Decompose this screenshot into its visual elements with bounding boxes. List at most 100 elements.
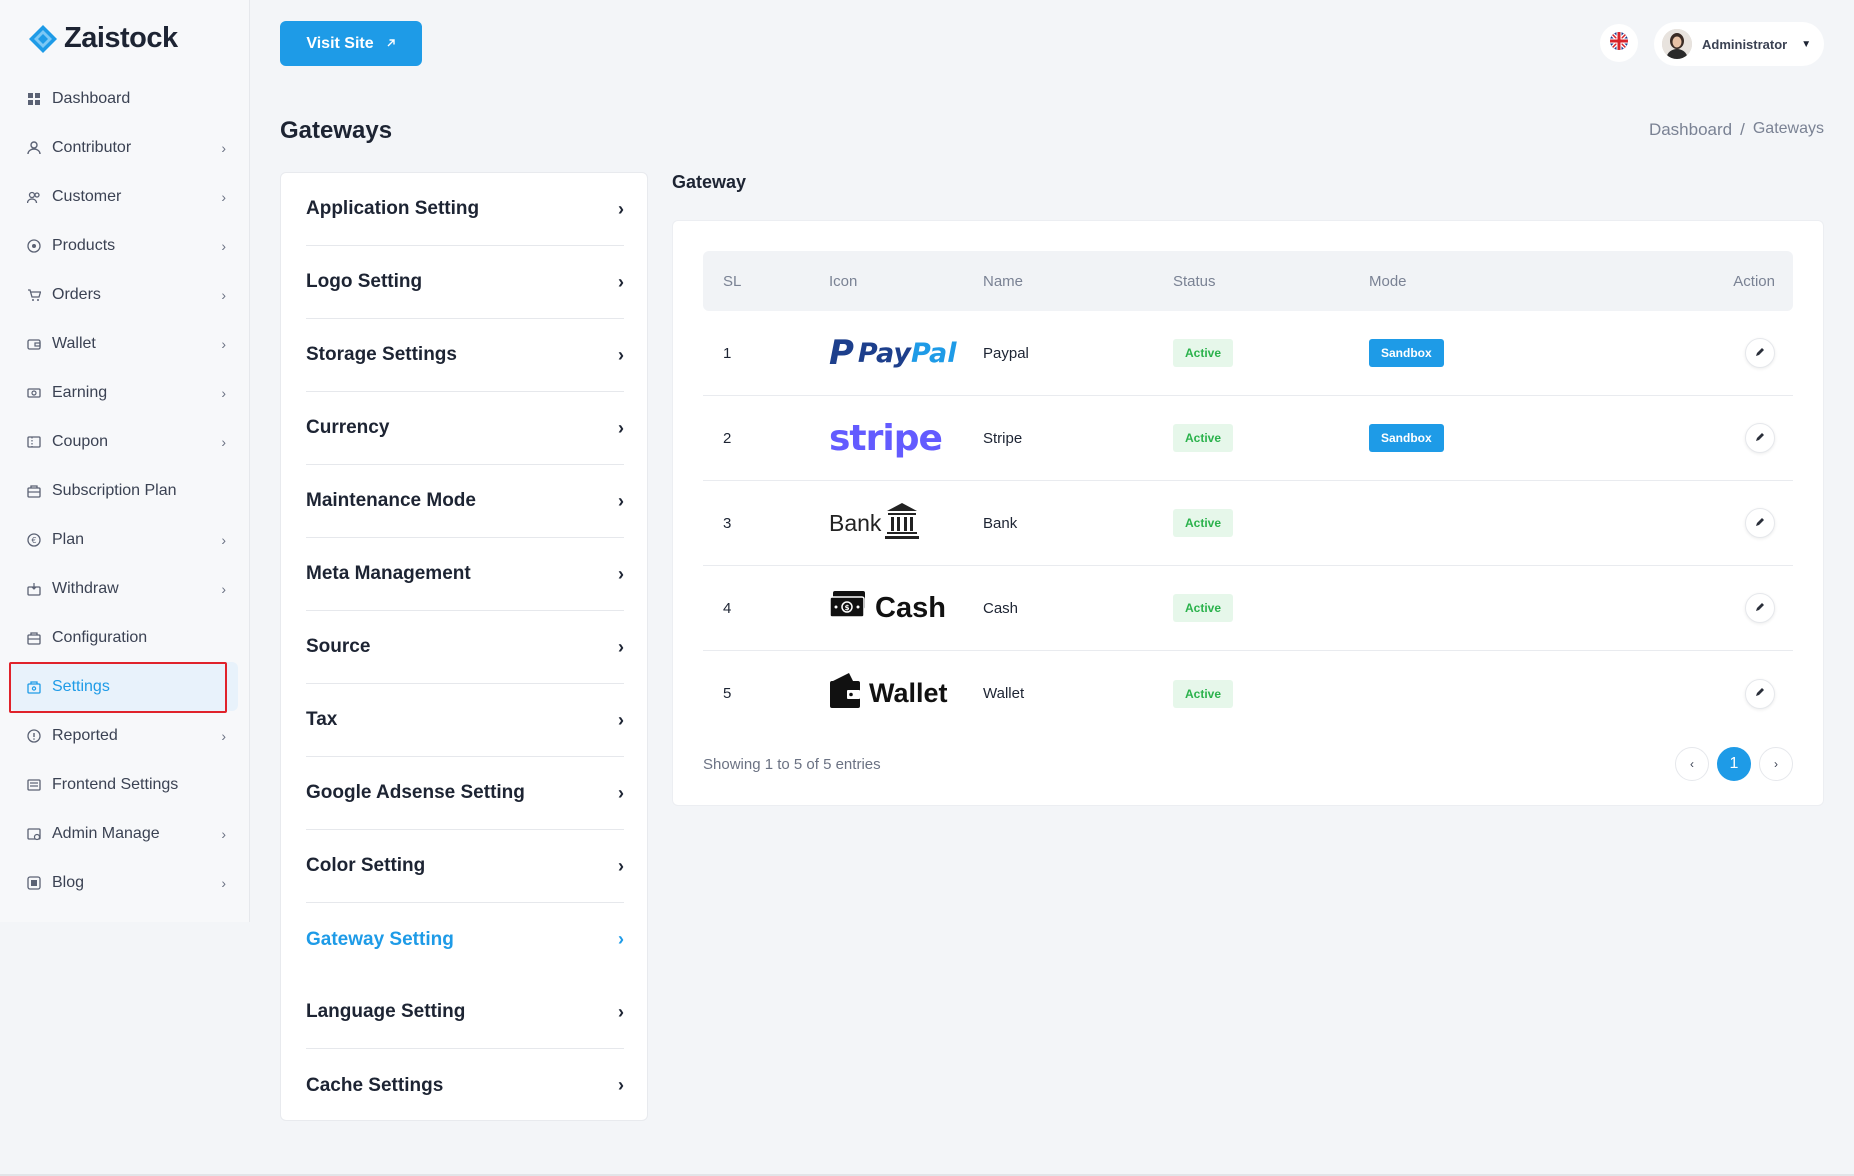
chevron-right-icon: › (221, 874, 226, 891)
sidebar-item-withdraw[interactable]: Withdraw › (10, 564, 238, 613)
settings-item-tax[interactable]: Tax › (306, 684, 624, 757)
breadcrumb: Dashboard / Gateways (1649, 120, 1824, 140)
sidebar-item-label: Blog (52, 873, 85, 891)
settings-item-label: Cache Settings (306, 1074, 444, 1096)
sidebar-item-plan[interactable]: € Plan › (10, 515, 238, 564)
settings-menu: Application Setting › Logo Setting › Sto… (280, 172, 648, 1121)
sidebar-item-label: Frontend Settings (52, 775, 179, 793)
settings-item-currency[interactable]: Currency › (306, 392, 624, 465)
row-name: Stripe (983, 429, 1023, 447)
settings-item-source[interactable]: Source › (306, 611, 624, 684)
sidebar-item-products[interactable]: Products › (10, 221, 238, 270)
user-name: Administrator (1702, 36, 1788, 52)
language-flag-button[interactable] (1600, 24, 1638, 62)
sidebar-item-wallet[interactable]: Wallet › (10, 319, 238, 368)
sidebar-item-reported[interactable]: Reported › (10, 711, 238, 760)
row-name: Cash (983, 599, 1019, 617)
frontend-icon (26, 777, 42, 793)
sidebar-item-blog[interactable]: Blog › (10, 858, 238, 907)
settings-item-maintenance-mode[interactable]: Maintenance Mode › (306, 465, 624, 538)
sidebar-nav: Dashboard Contributor › Customer › Produ… (10, 74, 238, 907)
user-menu-button[interactable]: Administrator ▼ (1654, 22, 1824, 66)
sidebar: Zaistock Dashboard Contributor › Custome… (0, 0, 250, 922)
stripe-logo-text: stripe (829, 417, 943, 459)
row-name: Wallet (983, 685, 1025, 702)
avatar (1662, 29, 1692, 59)
settings-item-color-setting[interactable]: Color Setting › (306, 830, 624, 903)
sidebar-item-label: Coupon (52, 432, 109, 450)
chevron-right-icon: › (221, 531, 226, 548)
chevron-right-icon: › (221, 727, 226, 744)
brand-name: Zaistock (64, 22, 178, 54)
edit-button[interactable] (1745, 593, 1775, 623)
brand-logo[interactable]: Zaistock (28, 22, 178, 55)
edit-button[interactable] (1745, 508, 1775, 538)
pencil-icon (1754, 515, 1766, 532)
edit-button[interactable] (1745, 423, 1775, 453)
status-badge: Active (1173, 679, 1234, 708)
edit-button[interactable] (1745, 678, 1775, 709)
pencil-icon (1754, 345, 1766, 362)
row-name: Bank (983, 514, 1018, 532)
chevron-right-icon: › (618, 782, 624, 803)
sidebar-item-dashboard[interactable]: Dashboard (10, 74, 238, 123)
sidebar-item-configuration[interactable]: Configuration (10, 613, 238, 662)
visit-site-button[interactable]: Visit Site (280, 21, 422, 66)
sidebar-item-label: Contributor (52, 138, 132, 156)
sidebar-item-orders[interactable]: Orders › (10, 270, 238, 319)
paypal-logo-text-b: Pal (910, 337, 957, 369)
sidebar-item-label: Subscription Plan (52, 481, 177, 499)
settings-item-gateway-setting[interactable]: Gateway Setting › (306, 903, 624, 976)
wallet-icon (26, 336, 42, 352)
status-badge: Active (1173, 594, 1234, 622)
column-header-icon: Icon (829, 272, 858, 290)
config-icon (26, 630, 42, 646)
chevron-right-icon: › (618, 271, 624, 292)
user-icon (26, 140, 42, 156)
sidebar-item-admin-manage[interactable]: Admin Manage › (10, 809, 238, 858)
row-sl: 5 (723, 685, 732, 702)
column-header-name: Name (983, 272, 1024, 290)
breadcrumb-dashboard-link[interactable]: Dashboard (1649, 120, 1732, 140)
sidebar-item-customer[interactable]: Customer › (10, 172, 238, 221)
settings-item-language-setting[interactable]: Language Setting › (306, 976, 624, 1049)
settings-item-label: Application Setting (306, 198, 480, 219)
edit-button[interactable] (1745, 338, 1775, 368)
settings-item-cache-settings[interactable]: Cache Settings › (306, 1049, 624, 1122)
plan-icon: € (26, 532, 42, 548)
settings-item-meta-management[interactable]: Meta Management › (306, 538, 624, 611)
sidebar-item-subscription-plan[interactable]: Subscription Plan (10, 466, 238, 515)
breadcrumb-current: Gateways (1752, 120, 1824, 137)
previous-page-button[interactable]: ‹ (1675, 747, 1709, 781)
top-header: Visit Site Administrator ▼ (250, 0, 1854, 86)
settings-item-label: Meta Management (306, 563, 471, 584)
sidebar-item-frontend-settings[interactable]: Frontend Settings (10, 760, 238, 809)
pencil-icon (1754, 430, 1766, 447)
gateway-table: SL Icon Name Status Mode Action 1 P PayP… (703, 251, 1793, 736)
table-row: 1 P PayPal Paypal Active Sandbox (703, 311, 1793, 396)
bank-logo-text: Bank (829, 509, 882, 536)
visit-site-label: Visit Site (306, 34, 374, 52)
pencil-icon (1754, 600, 1766, 617)
paypal-p-icon: P (829, 333, 854, 373)
sidebar-item-coupon[interactable]: Coupon › (10, 417, 238, 466)
status-badge: Active (1173, 424, 1234, 452)
settings-item-label: Gateway Setting (306, 928, 454, 950)
settings-item-storage-settings[interactable]: Storage Settings › (306, 319, 624, 392)
chevron-right-icon: › (618, 198, 624, 219)
chevron-right-icon: › (618, 417, 624, 438)
settings-item-google-adsense-setting[interactable]: Google Adsense Setting › (306, 757, 624, 830)
page-1-button[interactable]: 1 (1717, 747, 1751, 781)
sidebar-item-settings[interactable]: Settings (10, 662, 238, 711)
sidebar-item-contributor[interactable]: Contributor › (10, 123, 238, 172)
settings-item-application-setting[interactable]: Application Setting › (306, 173, 624, 246)
next-page-button[interactable]: › (1759, 747, 1793, 781)
sidebar-item-label: Reported (52, 726, 118, 744)
pagination: ‹ 1 › (1675, 747, 1793, 781)
sidebar-item-earning[interactable]: Earning › (10, 368, 238, 417)
settings-item-logo-setting[interactable]: Logo Setting › (306, 246, 624, 319)
chevron-right-icon: › (221, 335, 226, 352)
settings-item-label: Language Setting (306, 1001, 466, 1022)
brand-diamond-icon (28, 24, 58, 54)
svg-text:$: $ (845, 604, 850, 612)
